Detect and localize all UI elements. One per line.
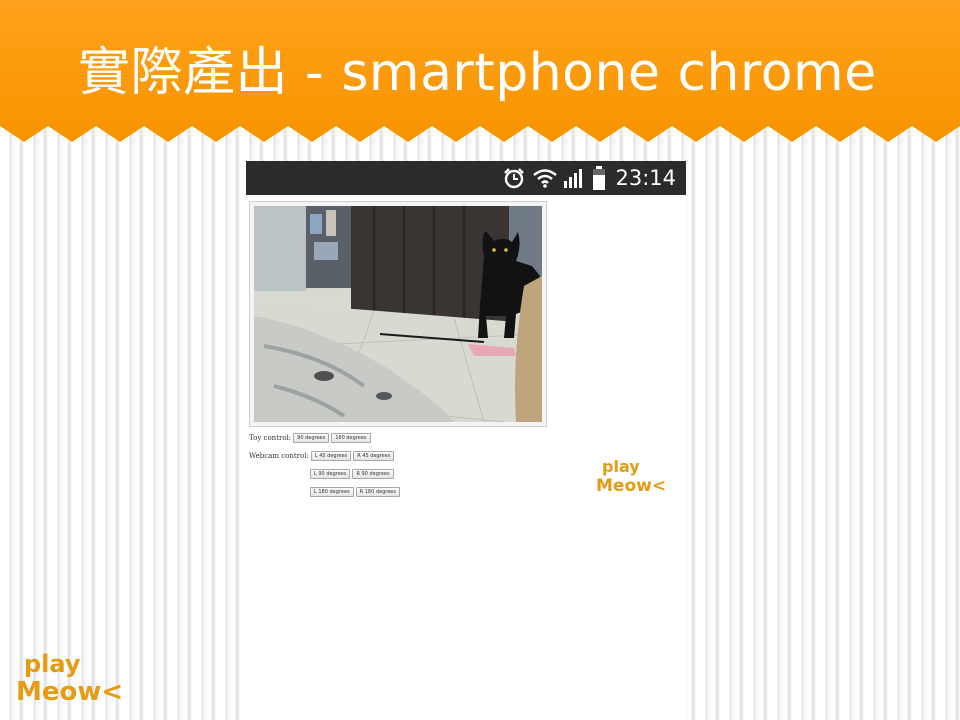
toy-180-degrees-button[interactable]: 180 degrees	[331, 433, 371, 443]
webcam-right-180-button[interactable]: R 180 degrees	[355, 487, 400, 497]
battery-icon	[593, 166, 606, 190]
status-clock: 23:14	[615, 166, 676, 190]
webcam-right-45-button[interactable]: R 45 degrees	[353, 451, 395, 461]
webcam-stream	[249, 201, 547, 427]
webcam-left-90-button[interactable]: L 90 degrees	[310, 469, 351, 479]
svg-text:Meow<: Meow<	[596, 476, 666, 496]
webcam-control-row-90: L 90 degrees R 90 degrees	[310, 469, 394, 479]
webcam-right-90-button[interactable]: R 90 degrees	[352, 469, 394, 479]
webcam-control-label: Webcam control:	[249, 452, 309, 460]
webcam-left-45-button[interactable]: L 45 degrees	[310, 451, 352, 461]
android-status-bar: 23:14	[246, 161, 686, 195]
toy-90-degrees-button[interactable]: 90 degrees	[293, 433, 330, 443]
svg-text:play: play	[24, 650, 81, 678]
webcam-left-180-button[interactable]: L 180 degrees	[310, 487, 354, 497]
slide-title: 實際產出 - smartphone chrome	[78, 43, 877, 103]
svg-text:Meow<: Meow<	[16, 677, 123, 706]
webcam-control-row-180: L 180 degrees R 180 degrees	[310, 487, 400, 497]
toy-control-label: Toy control:	[249, 434, 292, 442]
playmeow-logo-small: play Meow<	[596, 457, 666, 496]
toy-control-row: Toy control: 90 degrees 180 degrees	[249, 433, 371, 443]
wifi-icon	[533, 169, 558, 188]
webcam-image	[254, 206, 542, 422]
playmeow-logo: play Meow<	[16, 650, 123, 706]
svg-text:play: play	[602, 457, 640, 476]
alarm-icon	[504, 168, 525, 189]
signal-icon	[564, 169, 583, 188]
phone-screenshot: 23:14 Toy control: 90 degrees 180 degree…	[246, 161, 686, 720]
webcam-control-row: Webcam control: L 45 degrees R 45 degree…	[249, 451, 395, 461]
